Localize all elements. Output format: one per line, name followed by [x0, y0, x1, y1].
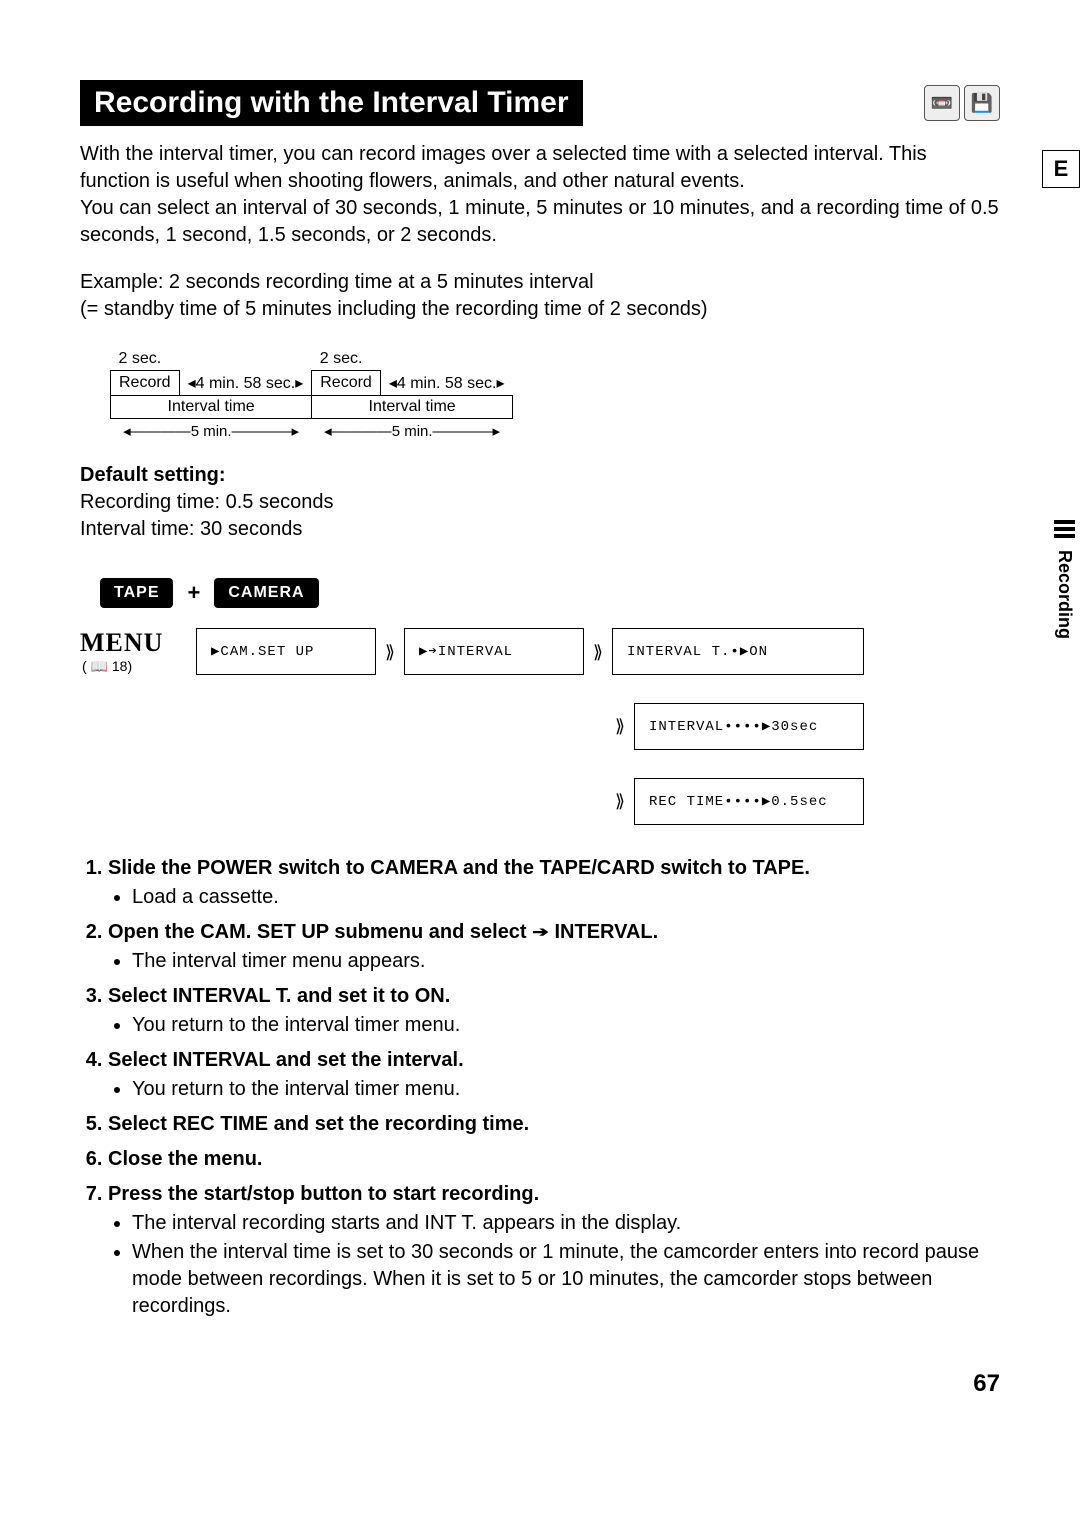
instruction-list: Slide the POWER switch to CAMERA and the… [80, 855, 1000, 1320]
plus-icon: + [187, 580, 200, 606]
default-settings: Default setting: Recording time: 0.5 sec… [80, 462, 1000, 543]
menu-box-camsetup: ▶CAM.SET UP [196, 628, 376, 675]
menu-box-interval-val: INTERVAL••••▶30sec [634, 703, 864, 750]
chevron-right-icon: ⟫ [612, 791, 628, 812]
timing-diagram: 2 sec. 2 sec. Record ◂4 min. 58 sec.▸ Re… [110, 348, 1000, 442]
page-title: Recording with the Interval Timer [80, 80, 583, 126]
chevron-right-icon: ⟫ [612, 716, 628, 737]
menu-box-interval: ▶➔INTERVAL [404, 628, 584, 675]
mode-icons: 📼 💾 [924, 80, 1000, 126]
menu-label: MENU [80, 628, 190, 658]
step-6: Close the menu. [108, 1146, 1000, 1173]
menu-box-rectime: REC TIME••••▶0.5sec [634, 778, 864, 825]
intro-text: With the interval timer, you can record … [80, 141, 1000, 249]
step-4: Select INTERVAL and set the interval. Yo… [108, 1047, 1000, 1103]
language-badge: E [1042, 150, 1080, 188]
menu-flow: MENU ( 📖 18) ▶CAM.SET UP ⟫ ▶➔INTERVAL ⟫ … [80, 628, 1000, 825]
section-tab: Recording [1054, 520, 1080, 650]
tape-badge: TAPE [100, 578, 173, 608]
mode-row: TAPE + CAMERA [100, 578, 1000, 608]
step-3: Select INTERVAL T. and set it to ON. You… [108, 983, 1000, 1039]
chevron-right-icon: ⟫ [382, 628, 398, 663]
menu-box-interval-t: INTERVAL T.•▶ON [612, 628, 864, 675]
page-number: 67 [80, 1370, 1000, 1398]
card-icon: 💾 [964, 85, 1000, 121]
camera-badge: CAMERA [214, 578, 318, 608]
example-text: Example: 2 seconds recording time at a 5… [80, 269, 1000, 323]
step-7: Press the start/stop button to start rec… [108, 1181, 1000, 1320]
chevron-right-icon: ⟫ [590, 628, 606, 663]
tape-icon: 📼 [924, 85, 960, 121]
step-1: Slide the POWER switch to CAMERA and the… [108, 855, 1000, 911]
step-5: Select REC TIME and set the recording ti… [108, 1111, 1000, 1138]
step-2: Open the CAM. SET UP submenu and select … [108, 919, 1000, 975]
